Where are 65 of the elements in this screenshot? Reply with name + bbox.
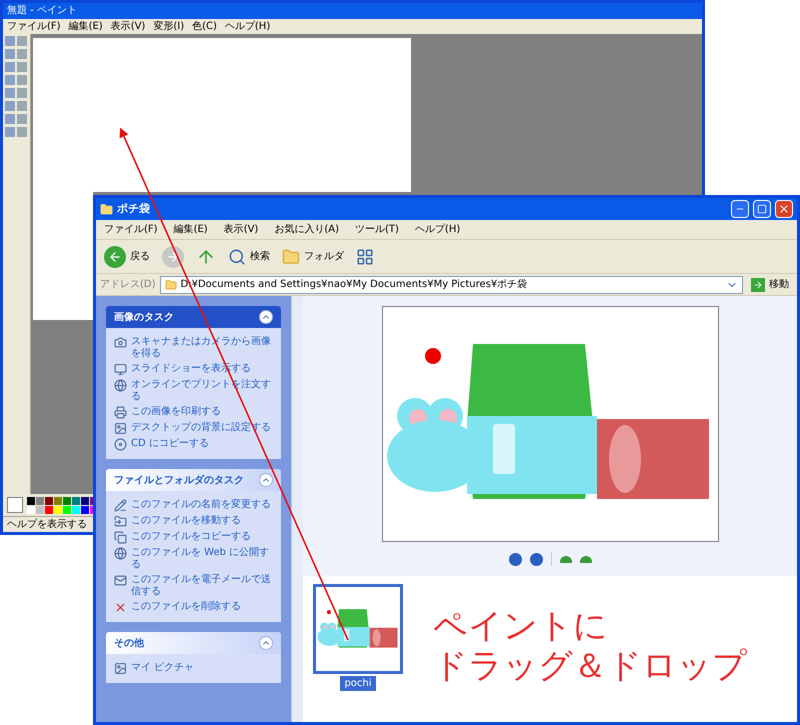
minimize-button[interactable] xyxy=(731,200,749,218)
chevron-icon[interactable] xyxy=(259,473,273,487)
folder-icon xyxy=(282,248,300,266)
task-link[interactable]: このファイルを移動する xyxy=(131,515,241,527)
menu-item[interactable]: 編集(E) xyxy=(174,224,208,234)
menu-item[interactable]: 色(C) xyxy=(192,22,217,32)
section-header[interactable]: 画像のタスク xyxy=(106,306,281,328)
section-title: 画像のタスク xyxy=(114,310,175,324)
task-link[interactable]: このファイルの名前を変更する xyxy=(131,499,271,511)
copy-icon xyxy=(114,531,127,544)
folder-icon xyxy=(100,202,113,216)
menu-item[interactable]: 表示(V) xyxy=(110,22,146,32)
window-title: ポチ袋 xyxy=(117,200,151,217)
maximize-icon xyxy=(757,204,767,214)
folder-icon xyxy=(164,278,177,290)
task-link[interactable]: このファイルを電子メールで送信する xyxy=(131,574,273,598)
picture-icon xyxy=(114,662,127,675)
delete-icon xyxy=(114,601,127,614)
mail-icon xyxy=(114,574,127,587)
chevron-icon[interactable] xyxy=(259,310,273,324)
disc-icon xyxy=(114,438,127,451)
back-button[interactable]: 戻る xyxy=(104,246,150,268)
task-link[interactable]: この画像を印刷する xyxy=(131,406,221,418)
close-button[interactable] xyxy=(775,200,793,218)
globe-icon xyxy=(114,547,127,560)
menu-item[interactable]: ヘルプ(H) xyxy=(414,224,460,234)
window-title: 無題 - ペイント xyxy=(7,6,77,16)
close-icon xyxy=(778,203,790,215)
search-button[interactable]: 検索 xyxy=(228,248,270,266)
section-title: ファイルとフォルダのタスク xyxy=(114,474,245,488)
maximize-button[interactable] xyxy=(753,200,771,218)
go-button[interactable]: 移動 xyxy=(747,277,793,292)
camera-icon xyxy=(114,336,127,349)
task-link[interactable]: このファイルをコピーする xyxy=(131,531,251,543)
section-header[interactable]: その他 xyxy=(106,632,281,654)
menu-item[interactable]: ツール(T) xyxy=(355,224,399,234)
address-label: アドレス(D) xyxy=(100,278,156,292)
folder-icon xyxy=(114,515,127,528)
pencil-icon xyxy=(114,499,127,512)
thumbnail[interactable] xyxy=(313,584,403,674)
task-link[interactable]: このファイルを削除する xyxy=(131,601,241,613)
chevron-icon[interactable] xyxy=(259,636,273,650)
menu-item[interactable]: お気に入り(A) xyxy=(274,224,339,234)
views-icon[interactable] xyxy=(356,248,374,266)
annotation-text: ドラッグ＆ドロップ xyxy=(433,646,747,686)
menu-item[interactable]: ファイル(F) xyxy=(104,224,158,234)
search-icon xyxy=(228,248,246,266)
picture-icon xyxy=(114,422,127,435)
section-title: その他 xyxy=(114,636,145,650)
task-link[interactable]: CD にコピーする xyxy=(131,438,209,450)
annotation-text: ペイントに xyxy=(433,606,609,646)
task-link[interactable]: このファイルを Web に公開する xyxy=(131,547,273,571)
status-text: ヘルプを表示する xyxy=(7,520,87,530)
menu-item[interactable]: ファイル(F) xyxy=(7,22,61,32)
task-link[interactable]: マイ ピクチャ xyxy=(131,662,194,674)
menu-item[interactable]: 変形(I) xyxy=(153,22,184,32)
menu-item[interactable]: 編集(E) xyxy=(68,22,103,32)
globe-icon xyxy=(114,379,127,392)
menu-item[interactable]: ヘルプ(H) xyxy=(224,22,270,32)
section-header[interactable]: ファイルとフォルダのタスク xyxy=(106,469,281,491)
printer-icon xyxy=(114,406,127,419)
monitor-icon xyxy=(114,363,127,376)
folders-button[interactable]: フォルダ xyxy=(282,248,344,266)
thumbnail-label[interactable]: pochi xyxy=(340,676,376,691)
menu-item[interactable]: 表示(V) xyxy=(224,224,258,234)
